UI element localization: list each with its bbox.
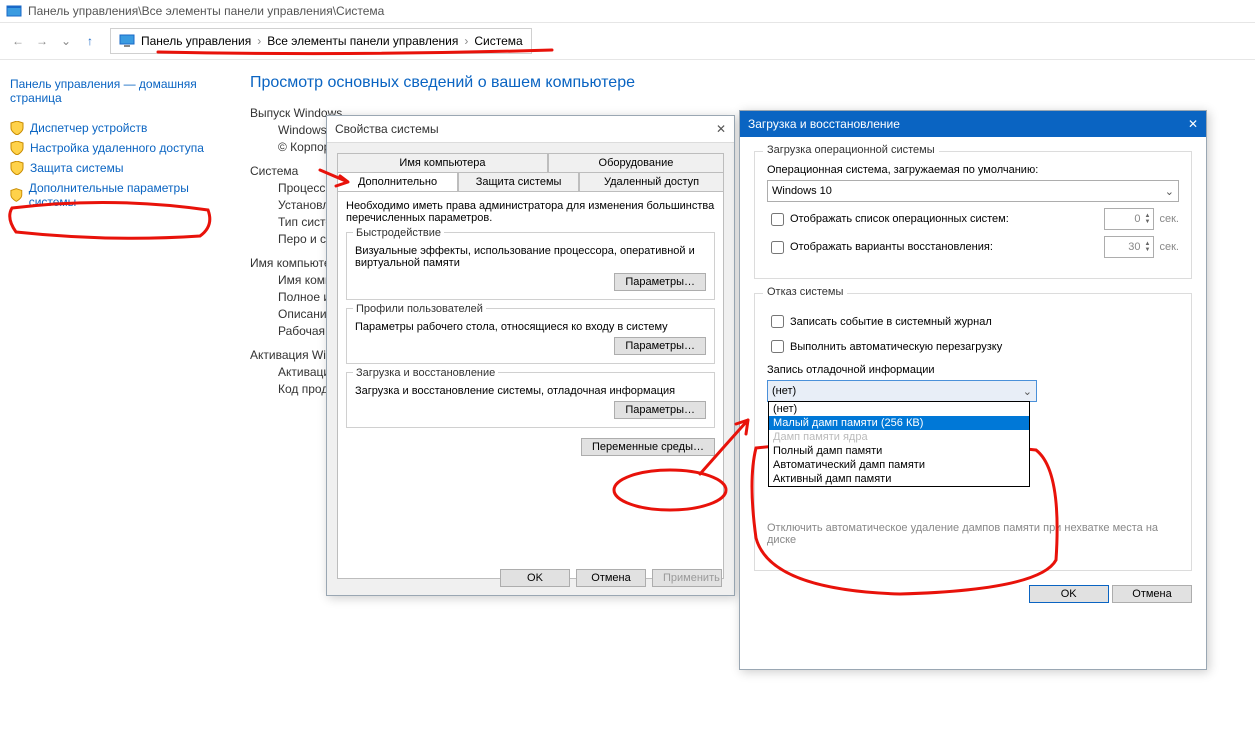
chevron-right-icon: ›: [464, 34, 468, 48]
profiles-group: Профили пользователей Параметры рабочего…: [346, 308, 715, 364]
shield-icon: [10, 141, 24, 155]
tab-hardware[interactable]: Оборудование: [548, 153, 724, 172]
chevron-down-icon: ⌄: [1023, 385, 1032, 398]
show-recovery-checkbox[interactable]: Отображать варианты восстановления: 30▲▼…: [767, 236, 1179, 258]
cancel-button[interactable]: Отмена: [1112, 585, 1192, 603]
performance-group: Быстродействие Визуальные эффекты, испол…: [346, 232, 715, 300]
sidebar-advanced-system-settings[interactable]: Дополнительные параметры системы: [10, 178, 220, 212]
breadcrumb[interactable]: Панель управления › Все элементы панели …: [110, 28, 532, 54]
sidebar-remote-settings[interactable]: Настройка удаленного доступа: [10, 138, 220, 158]
environment-variables-button[interactable]: Переменные среды…: [581, 438, 715, 456]
titlebar: Панель управления\Все элементы панели уп…: [0, 0, 1255, 23]
group-title: Загрузка и восстановление: [353, 367, 498, 379]
group-title: Отказ системы: [763, 286, 847, 298]
dialog-title: Свойства системы ✕: [327, 116, 734, 143]
show-os-list-checkbox[interactable]: Отображать список операционных систем: 0…: [767, 208, 1179, 230]
boot-group: Загрузка операционной системы Операционн…: [754, 151, 1192, 279]
ok-button[interactable]: OK: [500, 569, 570, 587]
dump-option[interactable]: (нет): [769, 402, 1029, 416]
dump-option[interactable]: Дамп памяти ядра: [769, 430, 1029, 444]
crumb-0[interactable]: Панель управления: [141, 34, 251, 48]
recovery-seconds-input[interactable]: 30▲▼: [1104, 236, 1154, 258]
dump-type-dropdown[interactable]: (нет) Малый дамп памяти (256 КВ) Дамп па…: [768, 401, 1030, 487]
dump-option[interactable]: Малый дамп памяти (256 КВ): [769, 416, 1029, 430]
crumb-1[interactable]: Все элементы панели управления: [267, 34, 458, 48]
dump-option[interactable]: Полный дамп памяти: [769, 444, 1029, 458]
sidebar-device-manager[interactable]: Диспетчер устройств: [10, 118, 220, 138]
group-text: Загрузка и восстановление системы, отлад…: [355, 385, 706, 397]
sidebar: Панель управления — домашняя страница Ди…: [0, 60, 230, 737]
dump-option[interactable]: Автоматический дамп памяти: [769, 458, 1029, 472]
checkbox[interactable]: [771, 315, 784, 328]
monitor-icon: [119, 33, 135, 49]
tab-system-protection[interactable]: Защита системы: [458, 172, 579, 191]
group-text: Визуальные эффекты, использование процес…: [355, 245, 706, 269]
default-os-label: Операционная система, загружаемая по умо…: [767, 164, 1179, 176]
sidebar-home[interactable]: Панель управления — домашняя страница: [10, 74, 220, 108]
startup-recovery-dialog: Загрузка и восстановление ✕ Загрузка опе…: [739, 110, 1207, 670]
disable-auto-delete-label: Отключить автоматическое удаление дампов…: [767, 522, 1179, 546]
shield-icon: [10, 121, 24, 135]
tab-remote[interactable]: Удаленный доступ: [579, 172, 724, 191]
spinner-icon[interactable]: ▲▼: [1145, 213, 1151, 225]
chevron-right-icon: ›: [257, 34, 261, 48]
checkbox[interactable]: [771, 213, 784, 226]
admin-note: Необходимо иметь права администратора дл…: [346, 200, 715, 224]
tab-body: Необходимо иметь права администратора дл…: [337, 191, 724, 579]
control-panel-icon: [6, 3, 22, 19]
back-button[interactable]: ←: [6, 29, 30, 53]
close-icon[interactable]: ✕: [1188, 117, 1198, 131]
system-failure-group: Отказ системы Записать событие в системн…: [754, 293, 1192, 571]
sidebar-system-protection[interactable]: Защита системы: [10, 158, 220, 178]
group-title: Профили пользователей: [353, 303, 486, 315]
tab-computer-name[interactable]: Имя компьютера: [337, 153, 548, 172]
os-list-seconds-input[interactable]: 0▲▼: [1104, 208, 1154, 230]
tab-advanced[interactable]: Дополнительно: [337, 172, 458, 191]
crumb-2[interactable]: Система: [474, 34, 522, 48]
cancel-button[interactable]: Отмена: [576, 569, 646, 587]
dialog-title: Загрузка и восстановление ✕: [740, 111, 1206, 137]
chevron-down-icon: ⌄: [1165, 185, 1174, 198]
navbar: ← → ⌄ ↑ Панель управления › Все элементы…: [0, 23, 1255, 60]
up-button[interactable]: ↑: [78, 29, 102, 53]
page-title: Просмотр основных сведений о вашем компь…: [250, 74, 1255, 92]
profiles-settings-button[interactable]: Параметры…: [614, 337, 706, 355]
recent-button[interactable]: ⌄: [54, 29, 78, 53]
performance-settings-button[interactable]: Параметры…: [614, 273, 706, 291]
apply-button[interactable]: Применить: [652, 569, 722, 587]
spinner-icon[interactable]: ▲▼: [1145, 241, 1151, 253]
group-text: Параметры рабочего стола, относящиеся ко…: [355, 321, 706, 333]
auto-restart-checkbox[interactable]: Выполнить автоматическую перезагрузку: [767, 337, 1179, 356]
shield-icon: [10, 188, 23, 202]
forward-button[interactable]: →: [30, 29, 54, 53]
group-title: Загрузка операционной системы: [763, 144, 939, 156]
checkbox[interactable]: [771, 340, 784, 353]
system-properties-dialog: Свойства системы ✕ Имя компьютера Оборуд…: [326, 115, 735, 596]
window-title: Панель управления\Все элементы панели уп…: [28, 4, 384, 18]
startup-recovery-settings-button[interactable]: Параметры…: [614, 401, 706, 419]
ok-button[interactable]: OK: [1029, 585, 1109, 603]
shield-icon: [10, 161, 24, 175]
checkbox[interactable]: [771, 241, 784, 254]
close-icon[interactable]: ✕: [716, 122, 726, 136]
dump-type-select[interactable]: (нет)⌄ (нет) Малый дамп памяти (256 КВ) …: [767, 380, 1037, 402]
dump-info-label: Запись отладочной информации: [767, 364, 1179, 376]
write-event-checkbox[interactable]: Записать событие в системный журнал: [767, 312, 1179, 331]
default-os-select[interactable]: Windows 10⌄: [767, 180, 1179, 202]
group-title: Быстродействие: [353, 227, 444, 239]
startup-recovery-group: Загрузка и восстановление Загрузка и вос…: [346, 372, 715, 428]
dump-option[interactable]: Активный дамп памяти: [769, 472, 1029, 486]
